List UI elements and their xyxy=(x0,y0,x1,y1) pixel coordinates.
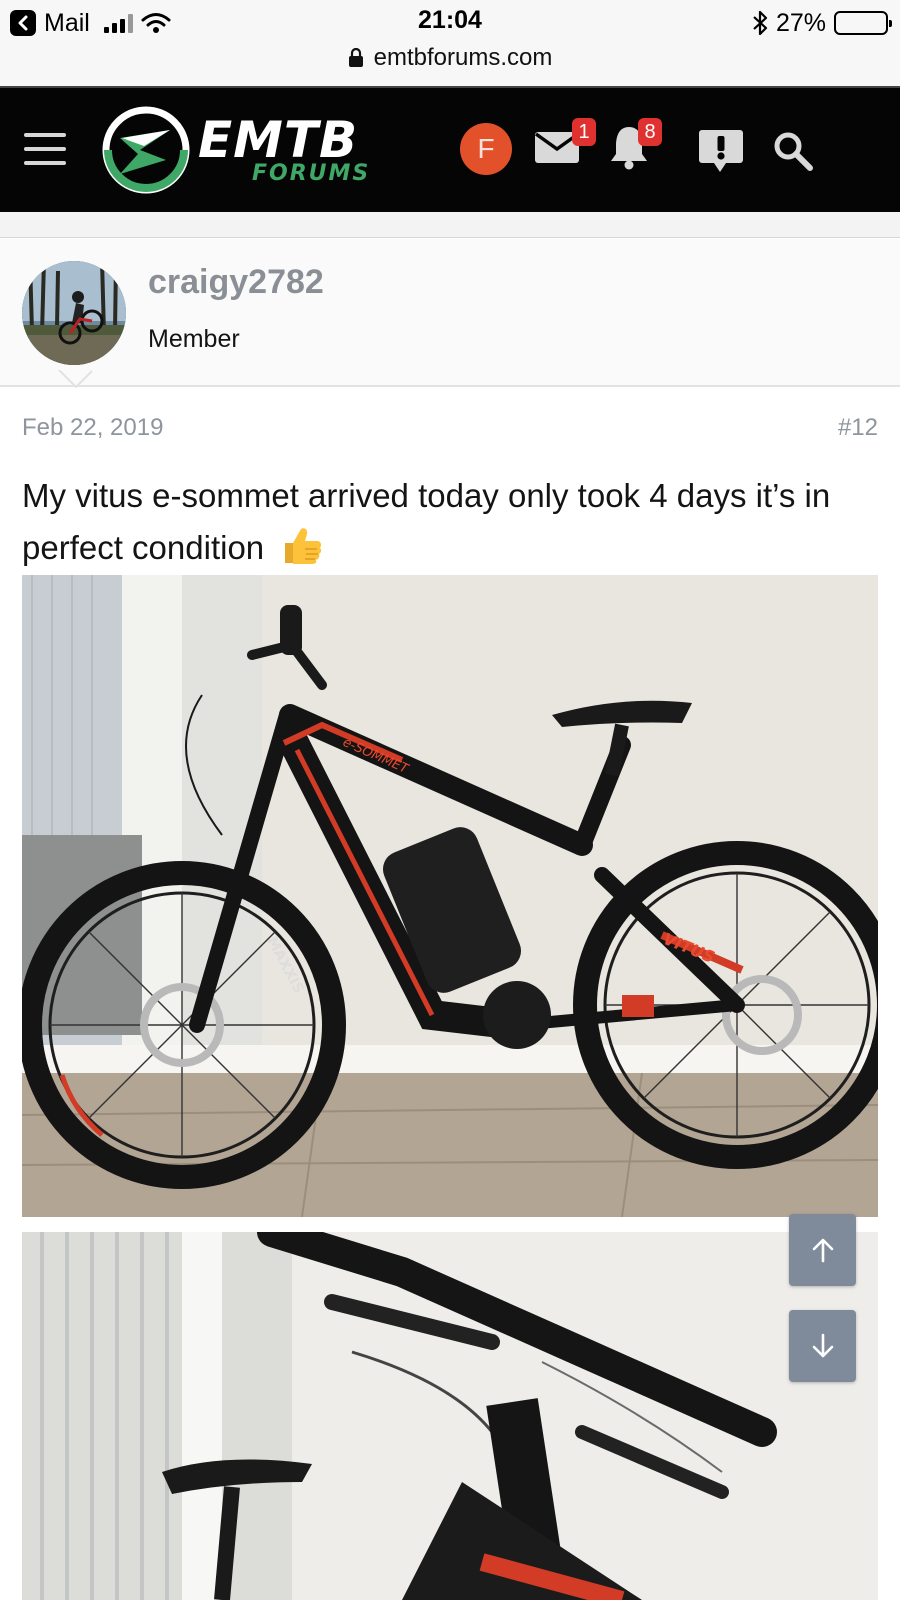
logo-text: EMTB xyxy=(198,111,359,169)
author-username[interactable]: craigy2782 xyxy=(148,263,324,302)
post-body: My vitus e-sommet arrived today only too… xyxy=(22,470,882,582)
scroll-to-bottom-button[interactable] xyxy=(789,1310,856,1382)
author-avatar[interactable] xyxy=(22,261,126,365)
status-bar: Mail 21:04 27% emtbforums.com xyxy=(0,0,900,86)
menu-icon[interactable] xyxy=(24,133,66,165)
content-top-band xyxy=(0,212,900,238)
exclamation-icon xyxy=(699,130,743,172)
site-header: EMTB FORUMS F 1 8 xyxy=(0,86,900,212)
battery-icon xyxy=(834,11,892,35)
post-photo-bike-cockpit[interactable] xyxy=(22,1232,878,1600)
post-author-card: craigy2782 Member xyxy=(0,239,900,387)
thumbs-up-emoji-icon xyxy=(279,523,323,582)
url-text: emtbforums.com xyxy=(373,44,553,71)
logo-emblem-icon xyxy=(102,106,190,194)
search-button[interactable] xyxy=(772,130,814,172)
author-title: Member xyxy=(148,325,240,353)
address-bar[interactable]: emtbforums.com xyxy=(0,42,900,74)
arrow-down-icon xyxy=(812,1333,833,1358)
logo-subtext: FORUMS xyxy=(252,161,371,186)
inbox-button[interactable]: 1 xyxy=(534,118,596,164)
battery-percent: 27% xyxy=(775,8,826,37)
status-right: 27% xyxy=(752,6,892,40)
search-icon xyxy=(774,132,813,171)
scroll-to-top-button[interactable] xyxy=(789,1214,856,1286)
post-number[interactable]: #12 xyxy=(838,414,878,442)
whats-new-button[interactable] xyxy=(698,128,744,174)
post-text: My vitus e-sommet arrived today only too… xyxy=(22,477,831,566)
bluetooth-icon xyxy=(753,10,768,36)
arrow-up-icon xyxy=(812,1238,833,1263)
inbox-badge: 1 xyxy=(572,118,596,146)
post-date[interactable]: Feb 22, 2019 xyxy=(22,414,163,442)
author-card-pointer xyxy=(58,370,92,388)
lock-icon xyxy=(348,48,363,67)
site-logo[interactable]: EMTB FORUMS xyxy=(100,104,400,196)
alerts-button[interactable]: 8 xyxy=(608,118,662,170)
user-avatar-button[interactable]: F xyxy=(460,123,512,175)
post-photo-bike-side[interactable]: MAXXIS e-SOMMET VITUS xyxy=(22,575,878,1217)
alerts-badge: 8 xyxy=(638,118,662,146)
